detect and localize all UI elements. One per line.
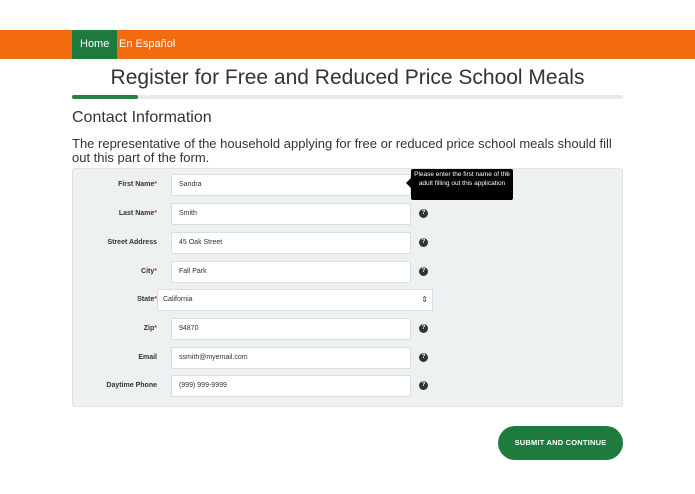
question-circle-icon[interactable]: ? <box>419 353 428 362</box>
email-input[interactable]: ssmith@myemail.com <box>171 347 411 369</box>
field-label: First Name* <box>118 181 157 188</box>
contact-form: First Name* Sandra Last Name* Smith ? St… <box>72 168 623 407</box>
form-row-street-address: Street Address 45 Oak Street ? <box>73 232 624 254</box>
first-name-input[interactable]: Sandra <box>171 174 411 196</box>
question-circle-icon[interactable]: ? <box>419 267 428 276</box>
nav-spanish-link[interactable]: En Español <box>119 30 175 59</box>
form-row-daytime-phone: Daytime Phone (999) 999-9999 ? <box>73 375 624 397</box>
select-arrows-icon: ⇕ <box>421 295 428 304</box>
field-label: Zip* <box>143 325 157 332</box>
section-title: Contact Information <box>72 109 212 126</box>
nav-home-link[interactable]: Home <box>72 30 118 59</box>
question-circle-icon[interactable]: ? <box>419 324 428 333</box>
city-input[interactable]: Fall Park <box>171 261 411 283</box>
street-address-input[interactable]: 45 Oak Street <box>171 232 411 254</box>
progress-bar-fill <box>72 95 139 99</box>
zip-input[interactable]: 94870 <box>171 318 411 340</box>
field-label: Street Address <box>107 239 157 246</box>
form-row-zip: Zip* 94870 ? <box>73 318 624 340</box>
state-select[interactable]: California ⇕ <box>157 289 433 311</box>
field-label: State* <box>137 296 157 303</box>
progress-bar <box>72 95 623 99</box>
field-label: Email <box>138 354 157 361</box>
question-circle-icon[interactable]: ? <box>419 209 428 218</box>
required-marker: * <box>154 210 157 217</box>
form-row-email: Email ssmith@myemail.com ? <box>73 347 624 369</box>
required-marker: * <box>154 325 157 332</box>
section-description: The representative of the household appl… <box>72 136 612 165</box>
form-row-city: City* Fall Park ? <box>73 261 624 283</box>
page-title: Register for Free and Reduced Price Scho… <box>110 66 585 89</box>
close-icon[interactable]: × <box>505 170 509 179</box>
required-marker: * <box>154 268 157 275</box>
question-circle-icon[interactable]: ? <box>419 238 428 247</box>
form-row-first-name: First Name* Sandra <box>73 174 624 196</box>
field-label: Last Name* <box>118 210 157 217</box>
required-marker: * <box>154 181 157 188</box>
form-row-last-name: Last Name* Smith ? <box>73 203 624 225</box>
daytime-phone-input[interactable]: (999) 999-9999 <box>171 375 411 397</box>
question-circle-icon[interactable]: ? <box>419 381 428 390</box>
last-name-input[interactable]: Smith <box>171 203 411 225</box>
form-row-state: State* California ⇕ <box>73 289 624 311</box>
submit-and-continue-button[interactable]: SUBMIT AND CONTINUE <box>498 426 623 460</box>
first-name-tooltip: Please enter the first name of the adult… <box>406 169 513 200</box>
field-label: Daytime Phone <box>106 382 157 389</box>
tooltip-text: Please enter the first name of the adult… <box>414 171 510 187</box>
state-select-value: California <box>163 296 193 303</box>
field-label: City* <box>141 268 157 275</box>
tooltip-arrow <box>406 178 411 188</box>
top-nav-bar: Home En Español <box>0 30 695 59</box>
